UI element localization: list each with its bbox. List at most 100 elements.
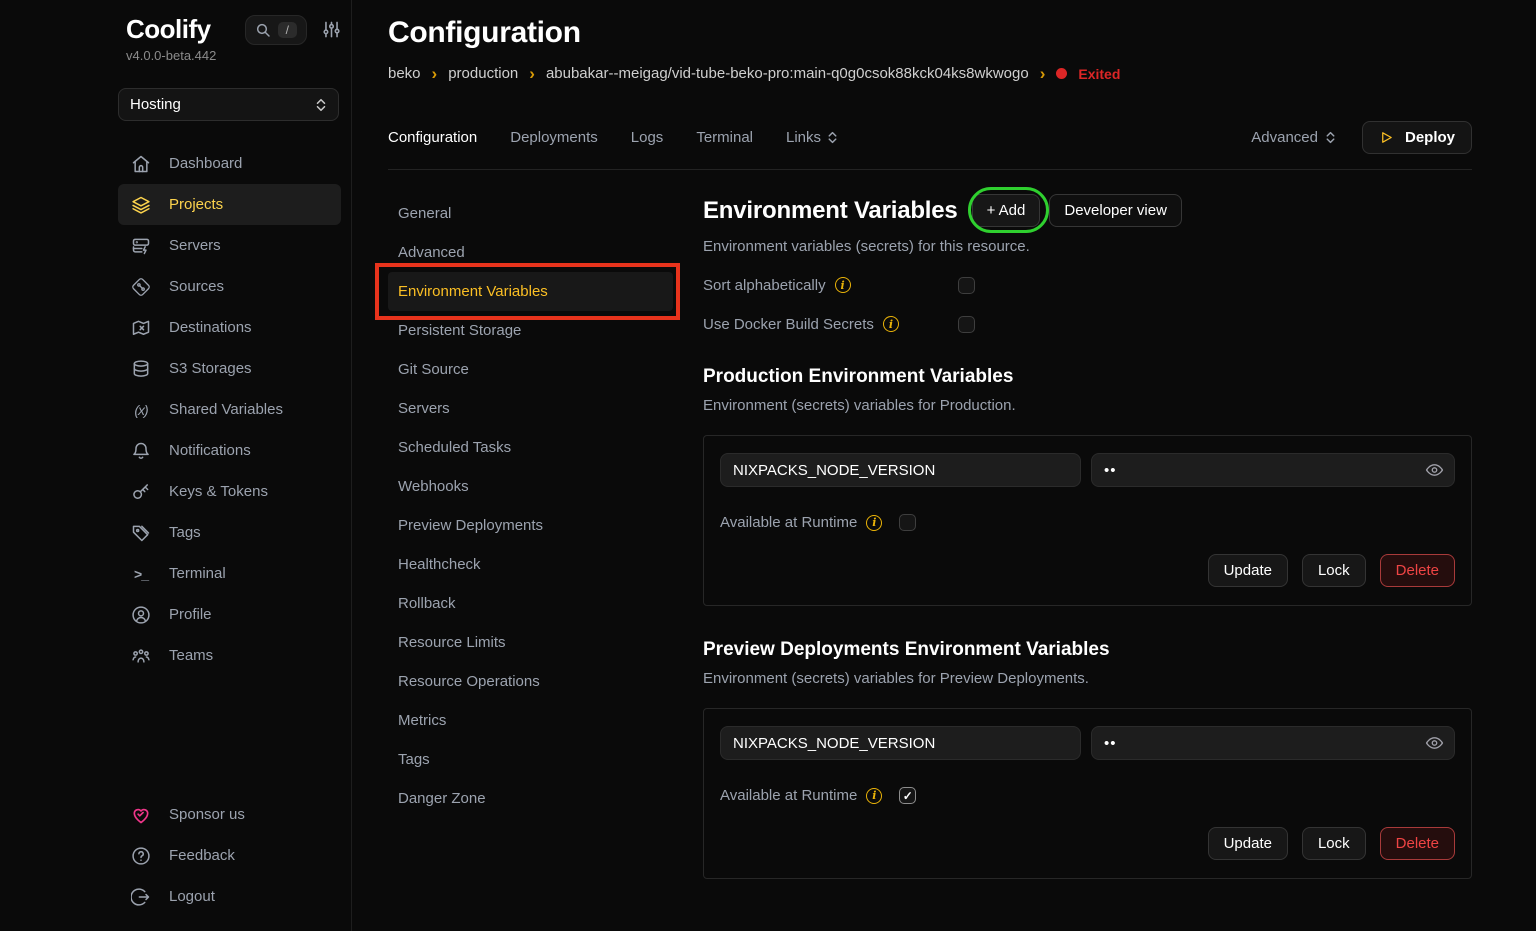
- variable-value-input[interactable]: [1091, 453, 1455, 487]
- sidebar-item-label: Teams: [169, 647, 213, 664]
- section-subtitle: Environment variables (secrets) for this…: [703, 238, 1472, 255]
- info-icon: i: [866, 788, 882, 804]
- sidebar-item-notifications[interactable]: Notifications: [118, 430, 341, 471]
- sidebar-item-label: Terminal: [169, 565, 226, 582]
- subnav-item-healthcheck[interactable]: Healthcheck: [388, 545, 673, 584]
- sidebar-item-s3-storages[interactable]: S3 Storages: [118, 348, 341, 389]
- eye-icon[interactable]: [1425, 734, 1444, 753]
- production-section-subtitle: Environment (secrets) variables for Prod…: [703, 397, 1472, 414]
- sidebar-item-feedback[interactable]: Feedback: [118, 835, 341, 876]
- eye-icon[interactable]: [1425, 461, 1444, 480]
- subnav-item-advanced[interactable]: Advanced: [388, 233, 673, 272]
- sidebar-item-label: Logout: [169, 888, 215, 905]
- subnav-item-persistent-storage[interactable]: Persistent Storage: [388, 311, 673, 350]
- search-button[interactable]: /: [245, 15, 307, 45]
- sidebar-footer: Sponsor us Feedback Logout: [118, 794, 341, 917]
- sidebar-item-label: Profile: [169, 606, 212, 623]
- server-icon: [130, 236, 152, 256]
- tab-configuration[interactable]: Configuration: [388, 129, 477, 146]
- sidebar-item-teams[interactable]: Teams: [118, 635, 341, 676]
- sidebar-item-label: Servers: [169, 237, 221, 254]
- heart-icon: [130, 805, 152, 825]
- breadcrumb-environment[interactable]: production: [448, 65, 518, 82]
- breadcrumb-resource[interactable]: abubakar--meigag/vid-tube-beko-pro:main-…: [546, 65, 1029, 82]
- sidebar-item-terminal[interactable]: >_ Terminal: [118, 553, 341, 594]
- subnav-item-preview-deployments[interactable]: Preview Deployments: [388, 506, 673, 545]
- docker-build-secrets-label: Use Docker Build Secrets: [703, 316, 874, 333]
- subnav-item-git-source[interactable]: Git Source: [388, 350, 673, 389]
- subnav-item-label: Environment Variables: [398, 283, 548, 300]
- sidebar-item-tags[interactable]: Tags: [118, 512, 341, 553]
- status-dot: [1056, 68, 1067, 79]
- sidebar-item-dashboard[interactable]: Dashboard: [118, 143, 341, 184]
- sidebar-item-projects[interactable]: Projects: [118, 184, 341, 225]
- tab-terminal[interactable]: Terminal: [696, 129, 753, 146]
- advanced-dropdown[interactable]: Advanced: [1251, 129, 1336, 146]
- available-at-runtime-checkbox[interactable]: [899, 514, 916, 531]
- sidebar-item-destinations[interactable]: Destinations: [118, 307, 341, 348]
- subnav-item-general[interactable]: General: [388, 194, 673, 233]
- chevron-right-icon: ›: [432, 65, 438, 82]
- sidebar-item-keys-tokens[interactable]: Keys & Tokens: [118, 471, 341, 512]
- sidebar-item-shared-variables[interactable]: (x) Shared Variables: [118, 389, 341, 430]
- add-variable-button[interactable]: + Add: [972, 194, 1041, 227]
- env-variables-pane: Environment Variables + Add Developer vi…: [703, 194, 1472, 879]
- variable-value-input[interactable]: [1091, 726, 1455, 760]
- logout-icon: [130, 887, 152, 907]
- tab-deployments[interactable]: Deployments: [510, 129, 598, 146]
- deploy-button[interactable]: Deploy: [1362, 121, 1472, 154]
- info-icon: i: [835, 277, 851, 293]
- production-variable-card: Available at Runtime i Update Lock Delet…: [703, 435, 1472, 606]
- available-at-runtime-checkbox[interactable]: ✓: [899, 787, 916, 804]
- lock-button[interactable]: Lock: [1302, 554, 1366, 587]
- advanced-dropdown-label: Advanced: [1251, 129, 1318, 146]
- subnav-item-scheduled-tasks[interactable]: Scheduled Tasks: [388, 428, 673, 467]
- sidebar-item-label: Shared Variables: [169, 401, 283, 418]
- subnav-item-servers[interactable]: Servers: [388, 389, 673, 428]
- preview-section-title: Preview Deployments Environment Variable…: [703, 639, 1472, 661]
- sort-alphabetically-checkbox[interactable]: [958, 277, 975, 294]
- sidebar-item-profile[interactable]: Profile: [118, 594, 341, 635]
- play-icon: [1379, 130, 1394, 145]
- database-icon: [130, 359, 152, 379]
- team-select[interactable]: Hosting: [118, 88, 339, 121]
- logo-row: Coolify /: [118, 14, 341, 45]
- sidebar-item-label: Notifications: [169, 442, 251, 459]
- update-button[interactable]: Update: [1208, 827, 1288, 860]
- docker-build-secrets-checkbox[interactable]: [958, 316, 975, 333]
- config-subnav: General Advanced Environment Variables P…: [388, 194, 673, 818]
- tab-links[interactable]: Links: [786, 129, 838, 146]
- delete-button[interactable]: Delete: [1380, 554, 1455, 587]
- sidebar-item-servers[interactable]: Servers: [118, 225, 341, 266]
- subnav-item-tags[interactable]: Tags: [388, 740, 673, 779]
- chevron-updown-icon: [1325, 131, 1336, 144]
- tag-icon: [130, 523, 152, 543]
- subnav-item-rollback[interactable]: Rollback: [388, 584, 673, 623]
- available-at-runtime-label: Available at Runtime: [720, 787, 857, 804]
- key-icon: [130, 482, 152, 502]
- subnav-item-webhooks[interactable]: Webhooks: [388, 467, 673, 506]
- developer-view-button[interactable]: Developer view: [1049, 194, 1182, 227]
- app-version: v4.0.0-beta.442: [118, 48, 341, 63]
- settings-sliders-icon[interactable]: [322, 20, 341, 39]
- variable-key-input[interactable]: [720, 726, 1081, 760]
- update-button[interactable]: Update: [1208, 554, 1288, 587]
- sidebar-item-sponsor-us[interactable]: Sponsor us: [118, 794, 341, 835]
- tab-logs[interactable]: Logs: [631, 129, 664, 146]
- variable-key-input[interactable]: [720, 453, 1081, 487]
- subnav-item-environment-variables[interactable]: Environment Variables: [388, 272, 673, 311]
- sidebar-item-logout[interactable]: Logout: [118, 876, 341, 917]
- breadcrumb-team[interactable]: beko: [388, 65, 421, 82]
- info-icon: i: [883, 316, 899, 332]
- subnav-item-metrics[interactable]: Metrics: [388, 701, 673, 740]
- search-icon: [255, 22, 271, 38]
- content: General Advanced Environment Variables P…: [388, 194, 1472, 879]
- sidebar-item-sources[interactable]: Sources: [118, 266, 341, 307]
- lock-button[interactable]: Lock: [1302, 827, 1366, 860]
- subnav-item-danger-zone[interactable]: Danger Zone: [388, 779, 673, 818]
- delete-button[interactable]: Delete: [1380, 827, 1455, 860]
- subnav-item-resource-limits[interactable]: Resource Limits: [388, 623, 673, 662]
- subnav-item-resource-operations[interactable]: Resource Operations: [388, 662, 673, 701]
- sidebar-item-label: Sources: [169, 278, 224, 295]
- available-at-runtime-row: Available at Runtime i: [720, 514, 1455, 531]
